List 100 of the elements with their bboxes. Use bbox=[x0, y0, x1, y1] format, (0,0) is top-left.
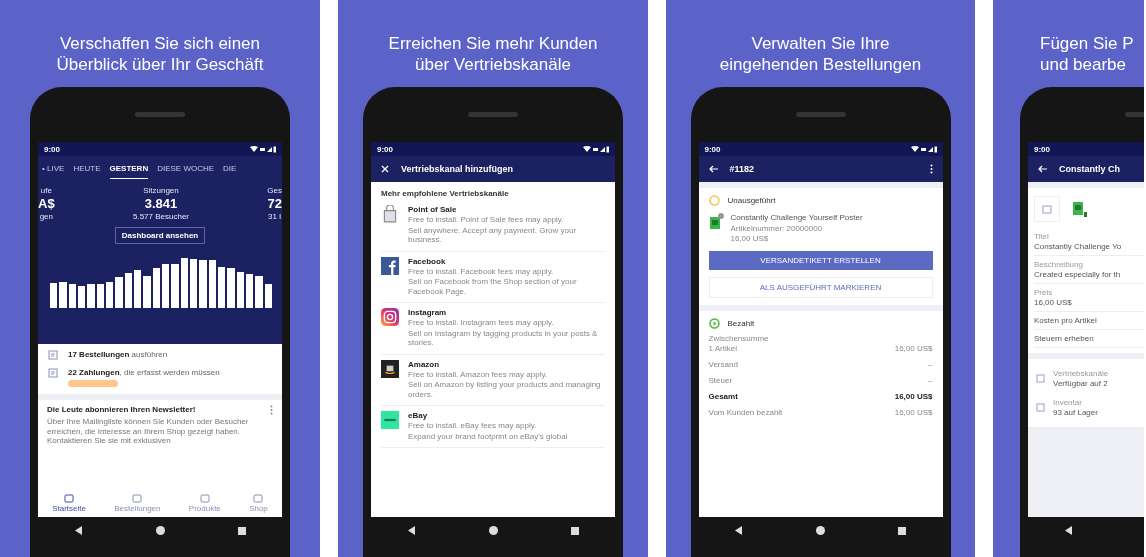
period-tab[interactable]: HEUTE bbox=[73, 164, 101, 179]
headline: Verwalten Sie Ihre eingehenden Bestellungen bbox=[719, 33, 922, 76]
status-time: 9:00 bbox=[377, 144, 393, 154]
total-value: 16,00 US$ bbox=[894, 343, 933, 353]
chart-bar bbox=[189, 258, 198, 308]
product-name: Constantly Challenge Yourself Poster bbox=[730, 213, 863, 223]
channel-description: Sell on Amazon by listing your products and managing orders. bbox=[408, 380, 602, 399]
facebook-icon bbox=[381, 256, 399, 275]
bottom-nav-item[interactable]: Startseite bbox=[52, 494, 86, 513]
chart-bar bbox=[105, 281, 114, 308]
chart-bar bbox=[217, 266, 226, 308]
section-heading: Mehr empfohlene Vertriebskanäle bbox=[381, 189, 510, 198]
nav-tab-icon bbox=[132, 494, 143, 503]
product-sku: Artikelnummer: 20000000 bbox=[730, 223, 824, 233]
speaker-grille bbox=[795, 112, 846, 117]
list-icon bbox=[1036, 403, 1045, 412]
field-value[interactable]: Created especially for th bbox=[1034, 270, 1144, 279]
channel-fees: Free to install. Amazon fees may apply. bbox=[408, 369, 549, 379]
channel-name[interactable]: Facebook bbox=[408, 256, 605, 266]
chart-bar bbox=[133, 269, 142, 308]
stat-value: 72 bbox=[267, 196, 282, 211]
total-label: Steuer bbox=[708, 375, 733, 385]
back-nav-icon[interactable] bbox=[74, 526, 83, 535]
channel-description: Sell on Instagram by tagging products in your posts & stories. bbox=[408, 328, 599, 348]
total-label: Gesamt bbox=[708, 391, 738, 401]
channel-fees: Free to install. eBay fees may apply. bbox=[408, 421, 538, 431]
field-label[interactable]: Kosten pro Artikel bbox=[1034, 316, 1144, 325]
channel-name[interactable]: Amazon bbox=[408, 359, 605, 369]
field-value[interactable]: Constantly Challenge Yo bbox=[1034, 242, 1144, 251]
field-label: Titel bbox=[1034, 232, 1050, 241]
paid-circle-icon bbox=[708, 317, 720, 329]
home-nav-icon[interactable] bbox=[488, 526, 498, 535]
total-value: 16,00 US$ bbox=[894, 391, 933, 401]
card-title: Die Leute abonnieren Ihren Newsletter! bbox=[47, 405, 196, 415]
period-tab[interactable]: DIE bbox=[223, 164, 237, 179]
channel-description: Sell on Facebook from the Shop section of your Facebook Page. bbox=[408, 277, 578, 296]
dashboard-button[interactable]: Dashboard ansehen bbox=[114, 227, 206, 244]
back-arrow-icon[interactable] bbox=[708, 165, 718, 173]
period-tab[interactable]: GESTERN bbox=[109, 164, 149, 179]
total-label: Vom Kunden bezahlt bbox=[708, 407, 783, 417]
channel-fees: Free to install. Instagram fees may apply. bbox=[408, 318, 555, 328]
total-label: Zwischensumme bbox=[708, 333, 769, 343]
recents-nav-icon[interactable] bbox=[898, 526, 906, 535]
headline: Verschaffen Sie sich einen Überblick über Ihr Geschäft bbox=[56, 33, 264, 76]
period-tab[interactable]: DIESE WOCHE bbox=[157, 164, 215, 179]
status-icons bbox=[583, 145, 609, 153]
list-icon bbox=[1036, 374, 1045, 383]
stat-subtext: 31 I bbox=[268, 212, 282, 221]
row-label: Vertriebskanäle bbox=[1053, 369, 1109, 378]
speaker-grille bbox=[468, 112, 518, 117]
row-value[interactable]: 93 auf Lager bbox=[1053, 408, 1098, 417]
total-sublabel: 1 Artikel bbox=[708, 343, 738, 353]
period-tab[interactable]: • LIVE bbox=[42, 164, 65, 179]
stat-subtext: gen bbox=[39, 212, 53, 221]
field-label: Preis bbox=[1034, 288, 1054, 297]
close-icon[interactable] bbox=[381, 165, 389, 173]
back-nav-icon[interactable] bbox=[407, 526, 416, 535]
mark-fulfilled-button[interactable]: ALS AUSGEFÜHRT MARKIEREN bbox=[708, 276, 933, 298]
total-value: 16,00 US$ bbox=[894, 407, 933, 417]
field-label: Beschreibung bbox=[1034, 260, 1084, 269]
channel-name[interactable]: Instagram bbox=[408, 308, 605, 317]
task-text[interactable]: 22 Zahlungen, die erfasst werden müssen bbox=[68, 368, 238, 377]
home-nav-icon[interactable] bbox=[816, 526, 825, 535]
status-time: 9:00 bbox=[704, 144, 721, 154]
payment-status: Bezahlt bbox=[727, 318, 755, 328]
channel-name[interactable]: Point of Sale bbox=[408, 205, 605, 214]
task-text[interactable]: 17 Bestellungen ausführen bbox=[68, 350, 238, 359]
more-icon[interactable] bbox=[929, 164, 933, 174]
create-label-button[interactable]: VERSANDETIKETT ERSTELLEN bbox=[708, 250, 933, 270]
headline: Erreichen Sie mehr Kunden über Vertriebskanäle bbox=[388, 33, 598, 76]
status-time: 9:00 bbox=[44, 144, 60, 154]
total-value: – bbox=[928, 359, 933, 369]
total-label: Versand bbox=[708, 359, 738, 369]
recents-nav-icon[interactable] bbox=[237, 526, 246, 535]
channel-name[interactable]: eBay bbox=[408, 411, 568, 420]
card-text: Über Ihre Mailingliste können Sie Kunden oder Besucher erreichen, die Interesse an Ihrem Shop gezeigt haben. Kontaktieren Sie sie mit exklusiven bbox=[47, 417, 250, 446]
headline: Fügen Sie P und bearbe bbox=[1040, 33, 1134, 76]
poster-thumbnail-icon bbox=[708, 213, 725, 231]
task-icon bbox=[48, 368, 58, 378]
recents-nav-icon[interactable] bbox=[570, 526, 579, 535]
screen-title: Constantly Ch bbox=[1059, 164, 1120, 174]
poster-thumbnail-icon bbox=[1072, 200, 1088, 218]
field-label[interactable]: Steuern erheben bbox=[1034, 334, 1144, 343]
stat-label: Ges bbox=[267, 186, 282, 195]
task-icon bbox=[48, 350, 58, 360]
back-nav-icon[interactable] bbox=[735, 526, 743, 535]
status-icons bbox=[910, 145, 937, 153]
channel-fees: Free to install. Facebook fees may apply. bbox=[408, 266, 555, 276]
status-circle-icon bbox=[708, 195, 720, 206]
stat-value: A$ bbox=[38, 196, 55, 211]
stat-value: 3.841 bbox=[144, 196, 178, 211]
row-label: Inventar bbox=[1053, 398, 1083, 407]
product-price: 16,00 US$ bbox=[730, 234, 770, 244]
home-nav-icon[interactable] bbox=[155, 526, 165, 535]
shopping-bag-icon bbox=[381, 205, 399, 223]
row-value[interactable]: Verfügbar auf 2 bbox=[1053, 379, 1109, 388]
back-nav-icon[interactable] bbox=[1064, 526, 1073, 535]
back-arrow-icon[interactable] bbox=[1038, 165, 1047, 173]
channel-fees: Free to install. Point of Sale fees may apply. bbox=[408, 215, 565, 225]
field-value[interactable]: 16,00 US$ bbox=[1034, 298, 1144, 307]
